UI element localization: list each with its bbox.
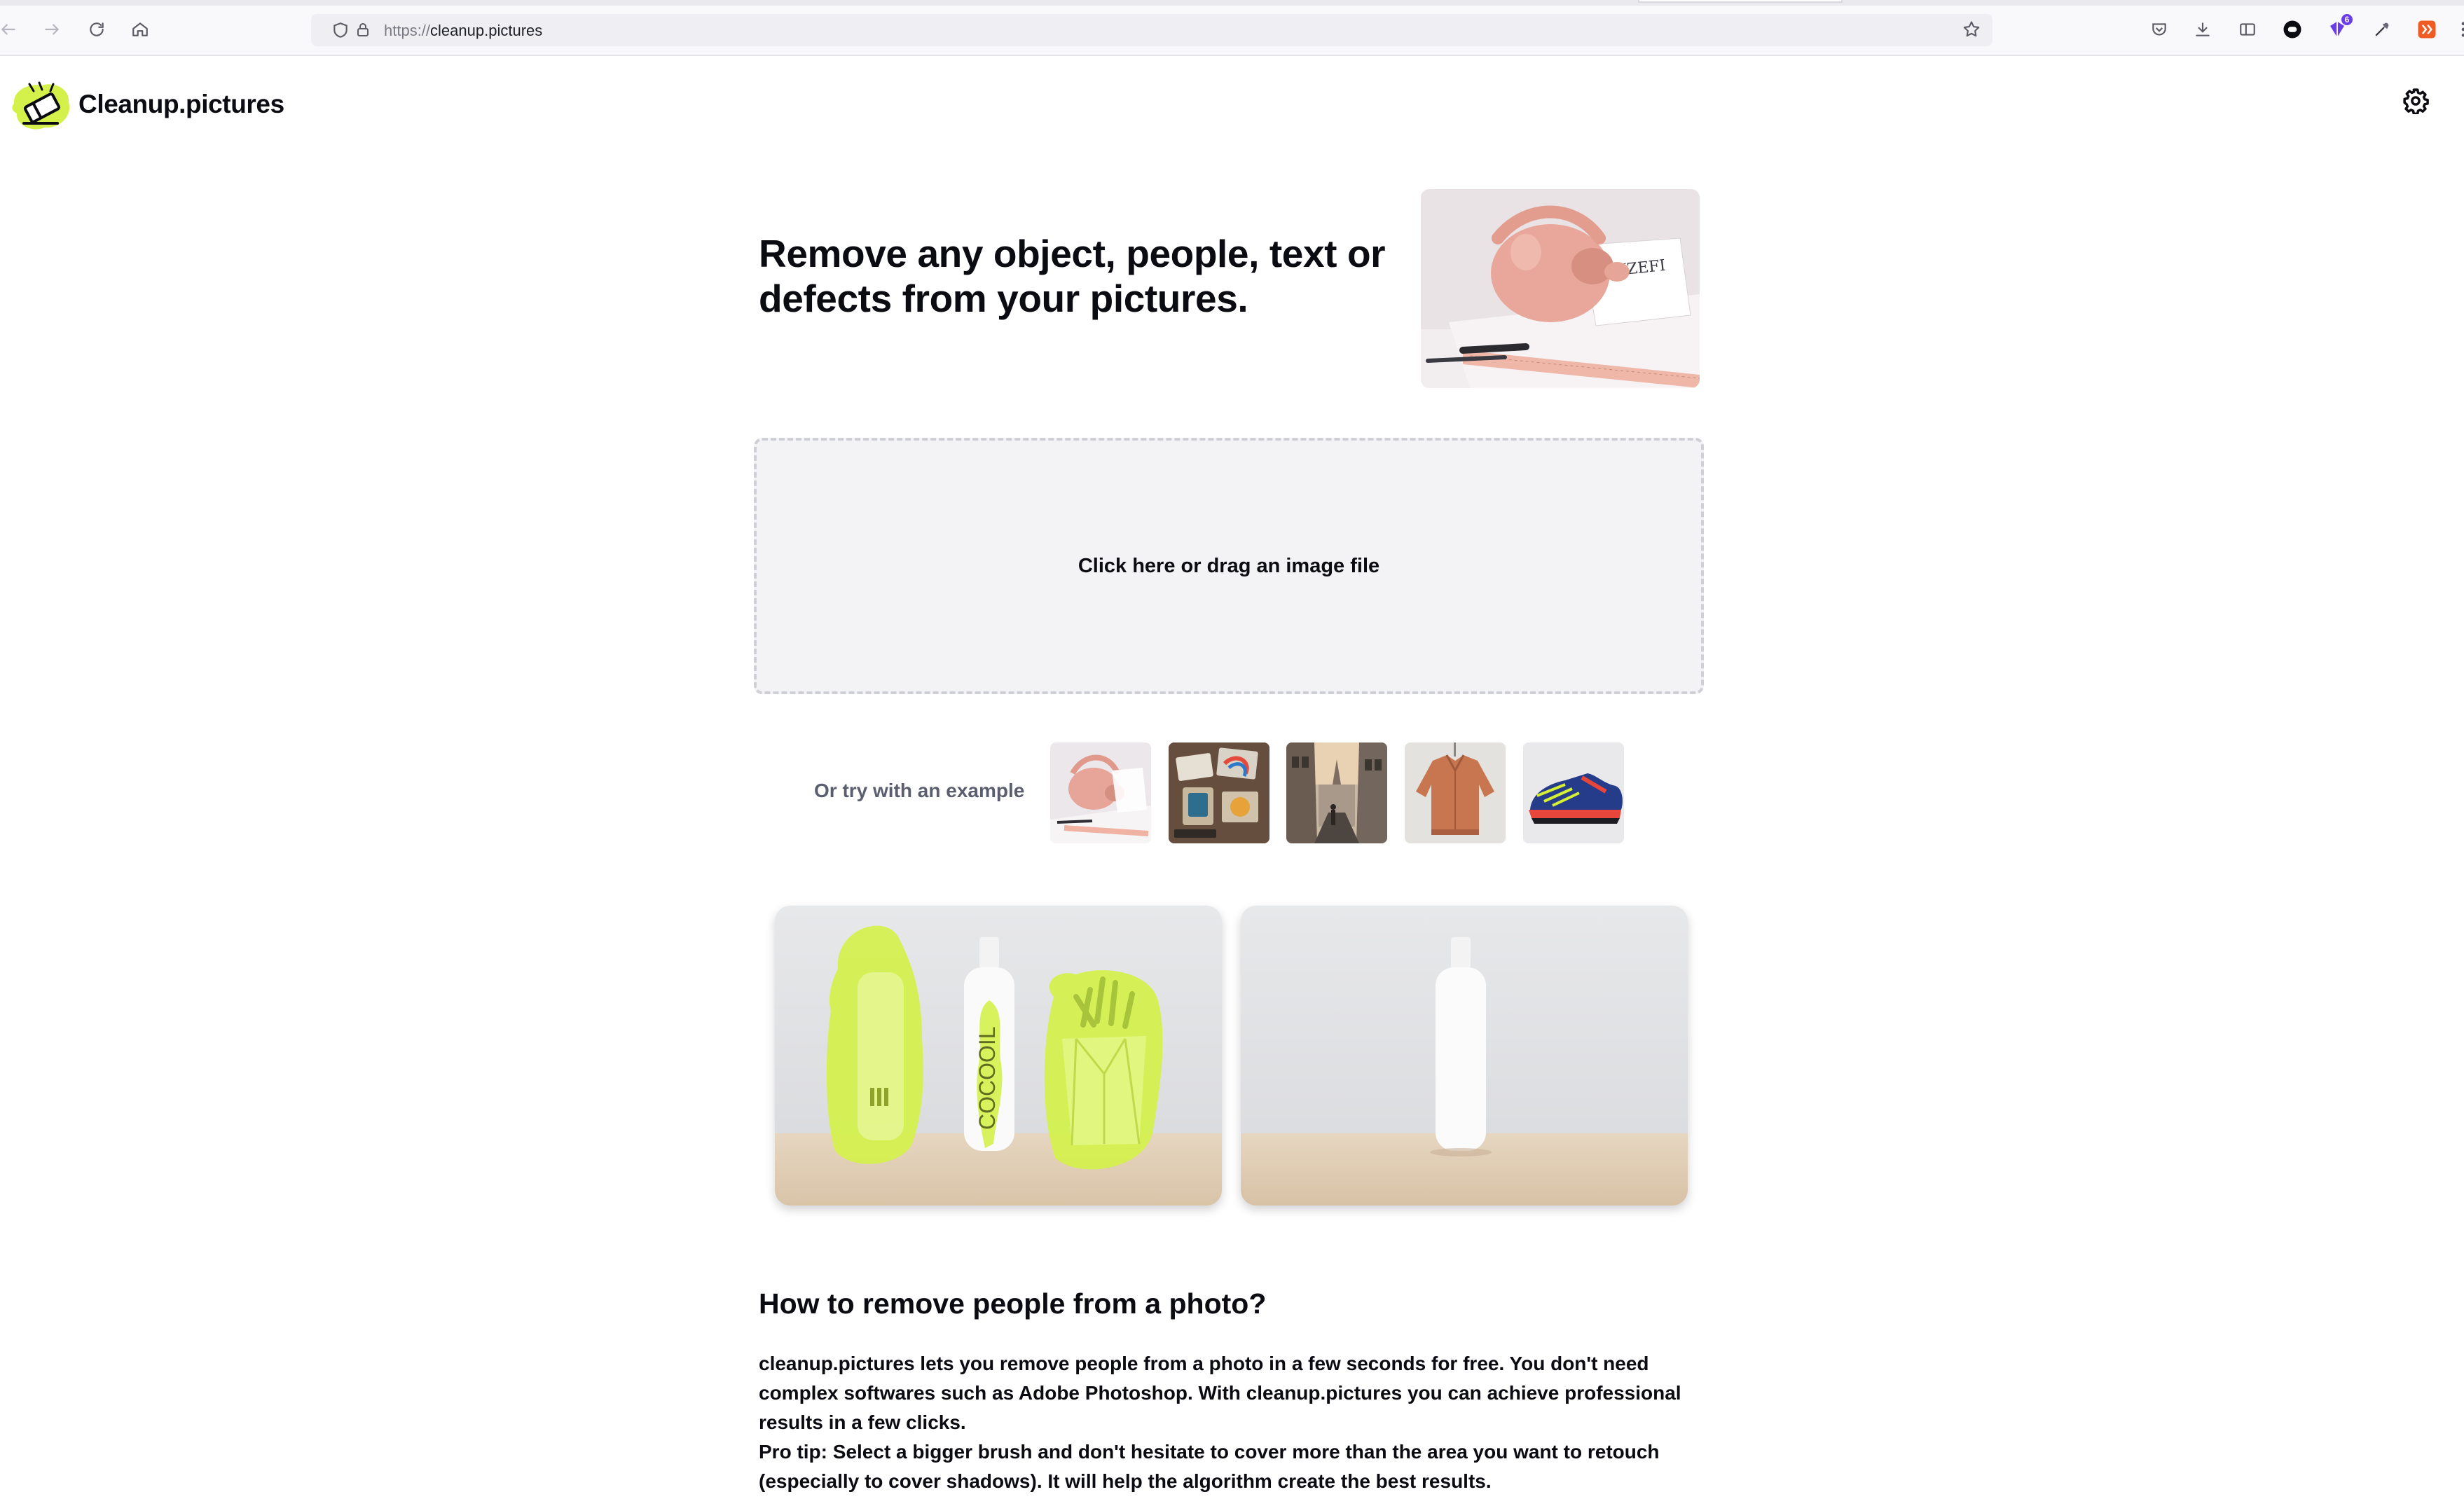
browser-toolbar: https://cleanup.pictures 6: [0, 0, 2464, 56]
home-icon[interactable]: [126, 15, 154, 43]
example-thumb-street[interactable]: [1286, 742, 1387, 843]
before-image: COCOOIL: [775, 906, 1222, 1206]
examples-label: Or try with an example: [814, 780, 1025, 801]
lock-icon[interactable]: [349, 16, 377, 44]
settings-gear-icon[interactable]: [2399, 84, 2432, 118]
extension-badge-icon[interactable]: 6: [2323, 14, 2353, 43]
example-thumb-bag[interactable]: [1050, 742, 1151, 843]
logo-icon[interactable]: [8, 78, 76, 134]
pro-tip-label: Pro tip:: [759, 1441, 827, 1463]
pocket-icon[interactable]: [2145, 15, 2173, 43]
example-thumb-jacket[interactable]: [1405, 742, 1506, 843]
pro-tip-text: Select a bigger brush and don't hesitate…: [759, 1441, 1660, 1492]
article-title: How to remove people from a photo?: [759, 1287, 1267, 1320]
brand-name[interactable]: Cleanup.pictures: [78, 90, 284, 119]
tab-edge[interactable]: [1638, 0, 1843, 3]
downloads-icon[interactable]: [2189, 15, 2217, 43]
back-icon[interactable]: [0, 15, 22, 43]
url-text[interactable]: https://cleanup.pictures: [384, 22, 542, 40]
sidebar-toggle-icon[interactable]: [2234, 15, 2262, 43]
example-thumb-desk[interactable]: [1169, 742, 1269, 843]
forward-icon[interactable]: [38, 15, 66, 43]
hero-image: YUZEFI: [1421, 189, 1700, 388]
reload-icon[interactable]: [83, 15, 111, 43]
upload-dropzone[interactable]: Click here or drag an image file: [754, 438, 1704, 694]
extension-count-badge: 6: [2341, 14, 2353, 25]
example-thumb-sneaker[interactable]: [1523, 742, 1624, 843]
menu-overflow-icon[interactable]: [2449, 15, 2464, 43]
url-scheme: https://: [384, 22, 431, 39]
tab-strip: [0, 0, 2464, 6]
address-bar[interactable]: https://cleanup.pictures: [311, 14, 1992, 46]
bookmark-star-icon[interactable]: [1957, 15, 1985, 43]
color-picker-icon[interactable]: [2368, 15, 2396, 43]
bottle-brand-text: COCOOIL: [975, 1026, 1000, 1130]
pro-tip: Pro tip: Select a bigger brush and don't…: [759, 1437, 1719, 1496]
after-image: [1241, 906, 1688, 1206]
article-body: cleanup.pictures lets you remove people …: [759, 1349, 1719, 1496]
addon-icon[interactable]: [2413, 15, 2441, 43]
hero-title: Remove any object, people, text or defec…: [759, 232, 1386, 320]
url-host: cleanup.pictures: [430, 22, 543, 39]
article-paragraph: cleanup.pictures lets you remove people …: [759, 1353, 1681, 1433]
upload-label: Click here or drag an image file: [1078, 554, 1380, 577]
extension-icon[interactable]: [2278, 15, 2306, 43]
